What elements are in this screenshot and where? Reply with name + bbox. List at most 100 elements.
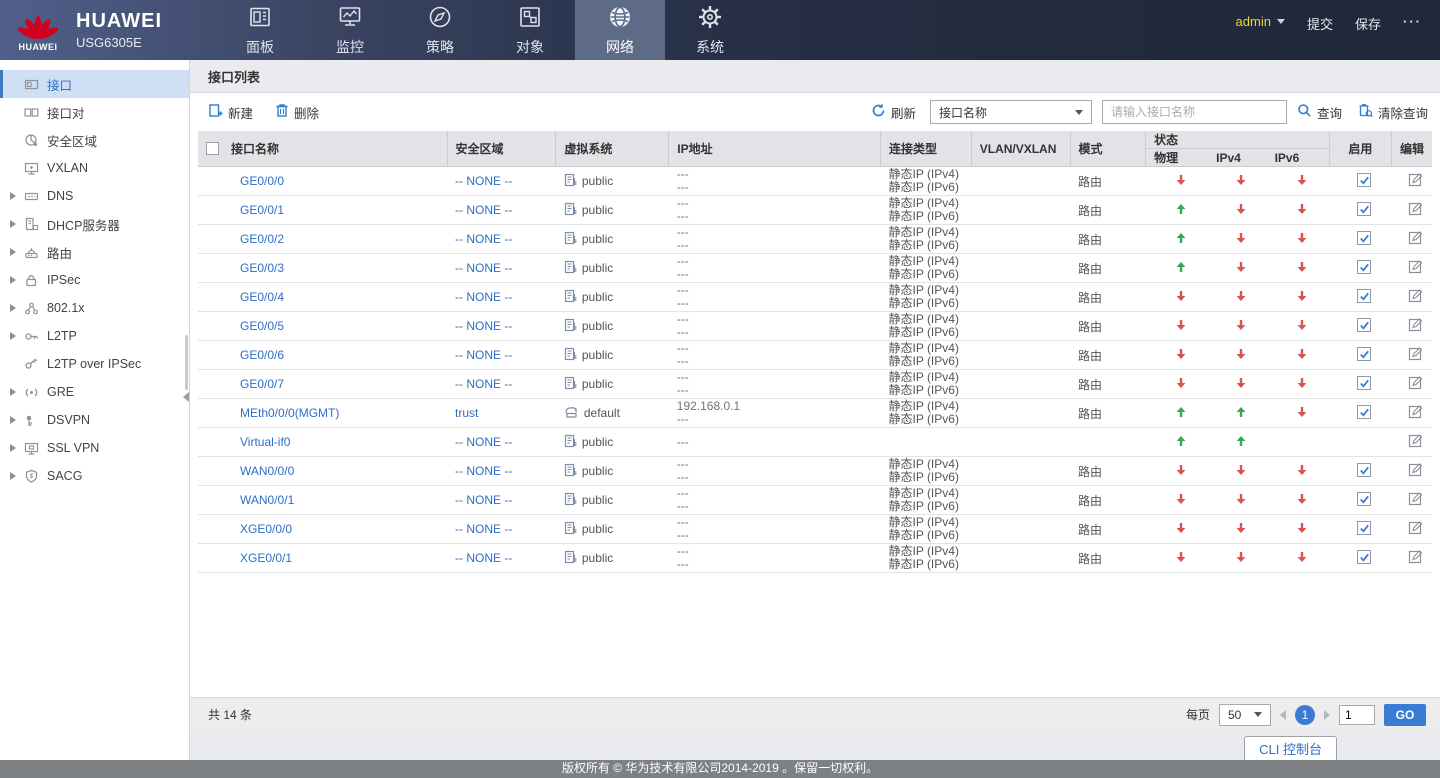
edit-icon[interactable]: [1408, 172, 1423, 187]
expand-arrow-icon[interactable]: [10, 332, 16, 340]
enable-checkbox[interactable]: [1357, 376, 1371, 390]
expand-arrow-icon[interactable]: [10, 220, 16, 228]
security-zone-link[interactable]: -- NONE --: [455, 551, 512, 565]
expand-arrow-icon[interactable]: [10, 416, 16, 424]
security-zone-link[interactable]: -- NONE --: [455, 290, 512, 304]
query-button[interactable]: 查询: [1297, 103, 1342, 122]
expand-arrow-icon[interactable]: [10, 388, 16, 396]
security-zone-link[interactable]: -- NONE --: [455, 232, 512, 246]
page-number-input[interactable]: [1339, 705, 1375, 725]
tab-network[interactable]: 网络: [575, 0, 665, 60]
sidebar-item-interface-pair[interactable]: 接口对: [0, 98, 189, 126]
security-zone-link[interactable]: -- NONE --: [455, 493, 512, 507]
interface-name-link[interactable]: WAN0/0/1: [240, 493, 294, 507]
interface-name-link[interactable]: Virtual-if0: [240, 435, 290, 449]
interface-name-link[interactable]: WAN0/0/0: [240, 464, 294, 478]
admin-menu[interactable]: admin: [1236, 14, 1285, 29]
security-zone-link[interactable]: -- NONE --: [455, 435, 512, 449]
expand-arrow-icon[interactable]: [10, 304, 16, 312]
security-zone-link[interactable]: -- NONE --: [455, 203, 512, 217]
edit-icon[interactable]: [1408, 259, 1423, 274]
refresh-button[interactable]: 刷新: [871, 103, 916, 122]
edit-icon[interactable]: [1408, 317, 1423, 332]
enable-checkbox[interactable]: [1357, 405, 1371, 419]
sidebar-item-8021x[interactable]: 802.1x: [0, 294, 189, 322]
per-page-select[interactable]: 50: [1219, 704, 1271, 726]
edit-icon[interactable]: [1408, 520, 1423, 535]
prev-page-button[interactable]: [1280, 710, 1286, 720]
edit-icon[interactable]: [1408, 230, 1423, 245]
sidebar-item-dns[interactable]: DNS: [0, 182, 189, 210]
edit-icon[interactable]: [1408, 346, 1423, 361]
sidebar-item-vxlan[interactable]: VXLAN: [0, 154, 189, 182]
tab-policy[interactable]: 策略: [395, 0, 485, 60]
sidebar-item-ssl-vpn[interactable]: SSL VPN: [0, 434, 189, 462]
sidebar-item-security-zone[interactable]: 安全区域: [0, 126, 189, 154]
tab-dashboard[interactable]: 面板: [215, 0, 305, 60]
select-all-checkbox[interactable]: [206, 142, 219, 155]
sidebar-item-l2tp-over-ipsec[interactable]: L2TP over IPSec: [0, 350, 189, 378]
security-zone-link[interactable]: -- NONE --: [455, 174, 512, 188]
search-input[interactable]: [1102, 100, 1287, 124]
security-zone-link[interactable]: -- NONE --: [455, 319, 512, 333]
security-zone-link[interactable]: -- NONE --: [455, 522, 512, 536]
enable-checkbox[interactable]: [1357, 492, 1371, 506]
enable-checkbox[interactable]: [1357, 463, 1371, 477]
security-zone-link[interactable]: trust: [455, 406, 478, 420]
sidebar-item-ipsec[interactable]: IPSec: [0, 266, 189, 294]
interface-name-link[interactable]: GE0/0/0: [240, 174, 284, 188]
edit-icon[interactable]: [1408, 549, 1423, 564]
interface-name-link[interactable]: GE0/0/3: [240, 261, 284, 275]
next-page-button[interactable]: [1324, 710, 1330, 720]
clear-query-button[interactable]: 清除查询: [1358, 103, 1428, 122]
sidebar-item-dhcp-server[interactable]: DHCP服务器: [0, 210, 189, 238]
enable-checkbox[interactable]: [1357, 318, 1371, 332]
interface-name-link[interactable]: GE0/0/6: [240, 348, 284, 362]
expand-arrow-icon[interactable]: [10, 444, 16, 452]
tab-monitoring[interactable]: 监控: [305, 0, 395, 60]
enable-checkbox[interactable]: [1357, 260, 1371, 274]
security-zone-link[interactable]: -- NONE --: [455, 348, 512, 362]
enable-checkbox[interactable]: [1357, 173, 1371, 187]
sidebar-scrollbar[interactable]: [185, 335, 188, 390]
tab-object[interactable]: 对象: [485, 0, 575, 60]
security-zone-link[interactable]: -- NONE --: [455, 464, 512, 478]
edit-icon[interactable]: [1408, 201, 1423, 216]
edit-icon[interactable]: [1408, 491, 1423, 506]
interface-name-link[interactable]: GE0/0/5: [240, 319, 284, 333]
sidebar-item-gre[interactable]: GRE: [0, 378, 189, 406]
enable-checkbox[interactable]: [1357, 550, 1371, 564]
edit-icon[interactable]: [1408, 375, 1423, 390]
expand-arrow-icon[interactable]: [10, 472, 16, 480]
interface-name-link[interactable]: GE0/0/1: [240, 203, 284, 217]
new-button[interactable]: 新建: [208, 103, 253, 122]
current-page-badge[interactable]: 1: [1295, 705, 1315, 725]
security-zone-link[interactable]: -- NONE --: [455, 261, 512, 275]
expand-arrow-icon[interactable]: [10, 248, 16, 256]
enable-checkbox[interactable]: [1357, 521, 1371, 535]
cli-console-button[interactable]: CLI 控制台: [1244, 736, 1337, 760]
sidebar-collapse-handle[interactable]: [181, 388, 190, 406]
more-menu-button[interactable]: ···: [1403, 14, 1422, 29]
expand-arrow-icon[interactable]: [10, 276, 16, 284]
expand-arrow-icon[interactable]: [10, 192, 16, 200]
sidebar-item-interface[interactable]: 接口: [0, 70, 189, 98]
enable-checkbox[interactable]: [1357, 231, 1371, 245]
delete-button[interactable]: 删除: [275, 103, 319, 122]
sidebar-item-route[interactable]: 路由: [0, 238, 189, 266]
sidebar-item-dsvpn[interactable]: DSVPN: [0, 406, 189, 434]
interface-name-link[interactable]: XGE0/0/1: [240, 551, 292, 565]
interface-name-link[interactable]: MEth0/0/0(MGMT): [240, 406, 339, 420]
interface-name-link[interactable]: GE0/0/7: [240, 377, 284, 391]
save-button[interactable]: 保存: [1355, 14, 1381, 33]
go-button[interactable]: GO: [1384, 704, 1426, 726]
filter-column-select[interactable]: 接口名称: [930, 100, 1092, 124]
enable-checkbox[interactable]: [1357, 347, 1371, 361]
enable-checkbox[interactable]: [1357, 202, 1371, 216]
tab-system[interactable]: 系统: [665, 0, 755, 60]
edit-icon[interactable]: [1408, 433, 1423, 448]
commit-button[interactable]: 提交: [1307, 14, 1333, 33]
security-zone-link[interactable]: -- NONE --: [455, 377, 512, 391]
edit-icon[interactable]: [1408, 462, 1423, 477]
enable-checkbox[interactable]: [1357, 289, 1371, 303]
